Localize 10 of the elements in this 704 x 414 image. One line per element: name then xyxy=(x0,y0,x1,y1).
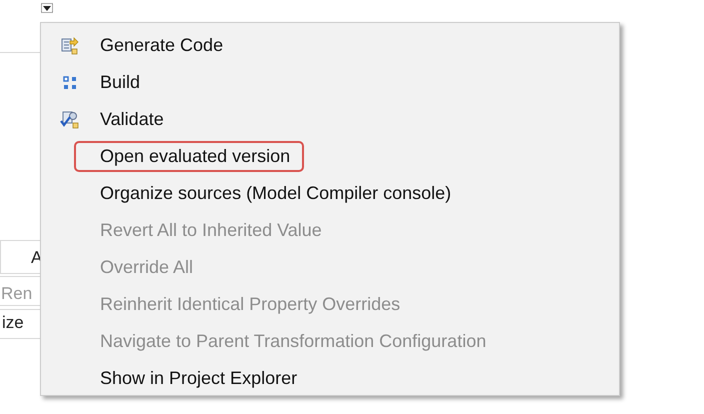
grid-squares-icon xyxy=(62,76,76,90)
menu-item[interactable]: Organize sources (Model Compiler console) xyxy=(92,178,460,209)
menu-item[interactable]: Validate xyxy=(92,104,172,135)
dropdown-arrow-icon[interactable] xyxy=(41,3,53,13)
menu-item[interactable]: Open evaluated version xyxy=(74,141,304,172)
document-arrow-icon xyxy=(60,36,78,54)
menu-item[interactable]: Show in Project Explorer xyxy=(92,363,306,394)
menu-item[interactable]: Generate Code xyxy=(92,30,232,61)
checkmark-document-icon xyxy=(60,110,80,128)
menu-item[interactable]: Build xyxy=(92,67,148,98)
